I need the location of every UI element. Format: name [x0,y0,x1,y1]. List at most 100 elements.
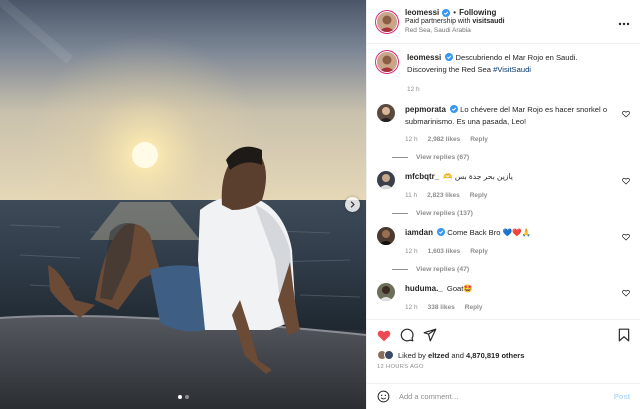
verified-badge-icon [437,228,446,237]
comment-likes[interactable]: 2,823 likes [427,191,460,200]
emoji-icon[interactable] [377,390,390,403]
comment-username[interactable]: mfcbqtr_ [405,172,439,181]
comment-age: 12 h [405,135,418,143]
comment-text: Goat🤩 [446,284,473,294]
paid-partner-link[interactable]: visitsaudi [472,18,504,25]
post-comment-button[interactable]: Post [614,392,630,401]
reply-button[interactable]: Reply [465,303,483,312]
header-separator: • [453,8,457,18]
comment-item: pepmorata Lo chévere del Mar Rojo es hac… [377,104,630,144]
like-comment-heart-icon[interactable] [622,177,630,185]
comment-icon[interactable] [400,328,414,342]
comment-likes[interactable]: 338 likes [428,303,455,312]
header-text: leomessi • Following Paid partnership wi… [405,8,505,35]
caption-text-line2: Discovering the Red Sea [407,64,491,74]
avatar-image [377,52,397,72]
comment-body: mfcbqtr_ يازين بحر جدة بس 🫶 11 h 2,823 l… [405,171,630,200]
avatar-image [377,283,395,302]
caption-username[interactable]: leomessi [407,53,441,62]
avatar-image [377,227,395,246]
instagram-post-dialog: leomessi • Following Paid partnership wi… [0,0,640,409]
comment-age: 12 h [405,303,418,311]
comment-username[interactable]: iamdan [405,228,433,237]
view-replies-label: View replies (137) [416,210,473,218]
location-link[interactable]: Red Sea, Saudi Arabia [405,27,505,35]
comment-item: huduma._ Goat🤩 12 h 338 likes Reply [377,283,630,312]
liked-by-and: and [451,350,464,360]
avatar-image [377,104,395,123]
view-replies-label: View replies (47) [416,266,470,274]
sunset-photo [0,0,366,409]
avatar-image [377,171,395,190]
comment-likes[interactable]: 1,603 likes [428,247,461,256]
comment-age: 11 h [405,191,418,199]
like-comment-heart-icon[interactable] [622,289,630,297]
comment-body: huduma._ Goat🤩 12 h 338 likes Reply [405,283,630,312]
reply-button[interactable]: Reply [470,191,488,200]
comments-list[interactable]: leomessi Descubriendo el Mar Rojo en Sau… [367,44,640,319]
caption-age: 12 h [407,85,420,93]
liked-by-user[interactable]: eltzed [428,351,449,360]
like-comment-heart-icon[interactable] [622,233,630,241]
more-horizontal-icon [618,22,630,25]
liker-avatars [377,350,394,360]
comment-body: iamdan Come Back Bro 💙❤️🙏 12 h 1,603 lik… [405,227,630,256]
carousel-dot-active [177,395,182,399]
following-button[interactable]: Following [459,8,496,18]
verified-badge-icon [450,105,459,114]
comment-text: يازين بحر جدة بس 🫶 [443,172,513,182]
liked-by-count[interactable]: 4,870,819 others [466,351,524,360]
comment-likes[interactable]: 2,982 likes [428,135,461,144]
caption-avatar[interactable] [377,52,397,72]
view-replies-button[interactable]: View replies (47) [392,266,630,273]
action-icons-row [377,326,630,344]
carousel-next-button[interactable] [345,197,360,212]
author-avatar[interactable] [377,11,397,32]
comment-item: mfcbqtr_ يازين بحر جدة بس 🫶 11 h 2,823 l… [377,171,630,200]
caption-hashtag[interactable]: #VisitSaudi [493,65,531,74]
caption: leomessi Descubriendo el Mar Rojo en Sau… [377,52,630,94]
carousel-dot [184,395,189,399]
comment-text: Come Back Bro 💙❤️🙏 [447,228,531,238]
liker-avatar [384,350,394,360]
more-options-button[interactable] [618,15,630,29]
caption-body: leomessi Descubriendo el Mar Rojo en Sau… [407,52,630,94]
comment-age: 12 h [405,247,418,255]
paid-partnership-label: Paid partnership with visitsaudi [405,18,505,27]
comment-input[interactable] [399,392,614,401]
view-replies-button[interactable]: View replies (137) [392,210,630,217]
verified-badge-icon [442,9,451,18]
carousel-indicator [0,395,366,399]
commenter-avatar[interactable] [377,283,395,302]
comment-username[interactable]: huduma._ [405,284,443,293]
paid-partnership-prefix: Paid partnership with [405,18,471,26]
author-username[interactable]: leomessi [405,8,439,18]
post-timestamp[interactable]: 12 HOURS AGO [377,364,630,370]
view-replies-line [392,157,408,159]
view-replies-label: View replies (67) [416,154,470,162]
post-header: leomessi • Following Paid partnership wi… [367,0,640,44]
chevron-right-icon [350,201,355,208]
share-icon[interactable] [423,328,437,342]
view-replies-button[interactable]: View replies (67) [392,154,630,161]
liked-by-prefix: Liked by [398,350,426,360]
comment-body: pepmorata Lo chévere del Mar Rojo es hac… [405,104,630,144]
verified-badge-icon [445,53,454,61]
comment-item: iamdan Come Back Bro 💙❤️🙏 12 h 1,603 lik… [377,227,630,256]
commenter-avatar[interactable] [377,171,395,190]
heart-filled-icon[interactable] [377,329,391,342]
comment-username[interactable]: pepmorata [405,105,446,114]
caption-text-line1: Descubriendo el Mar Rojo en Saudi. [455,53,578,62]
reply-button[interactable]: Reply [470,135,488,144]
bookmark-icon[interactable] [618,328,630,342]
post-actions: Liked by eltzed and 4,870,819 others 12 … [367,319,640,383]
like-comment-heart-icon[interactable] [622,110,630,118]
reply-button[interactable]: Reply [470,247,488,256]
commenter-avatar[interactable] [377,104,395,123]
liked-by-summary: Liked by eltzed and 4,870,819 others [377,350,630,360]
view-replies-line [392,269,408,271]
view-replies-line [392,213,408,215]
post-media[interactable] [0,0,366,409]
avatar-image [377,11,397,32]
commenter-avatar[interactable] [377,227,395,246]
